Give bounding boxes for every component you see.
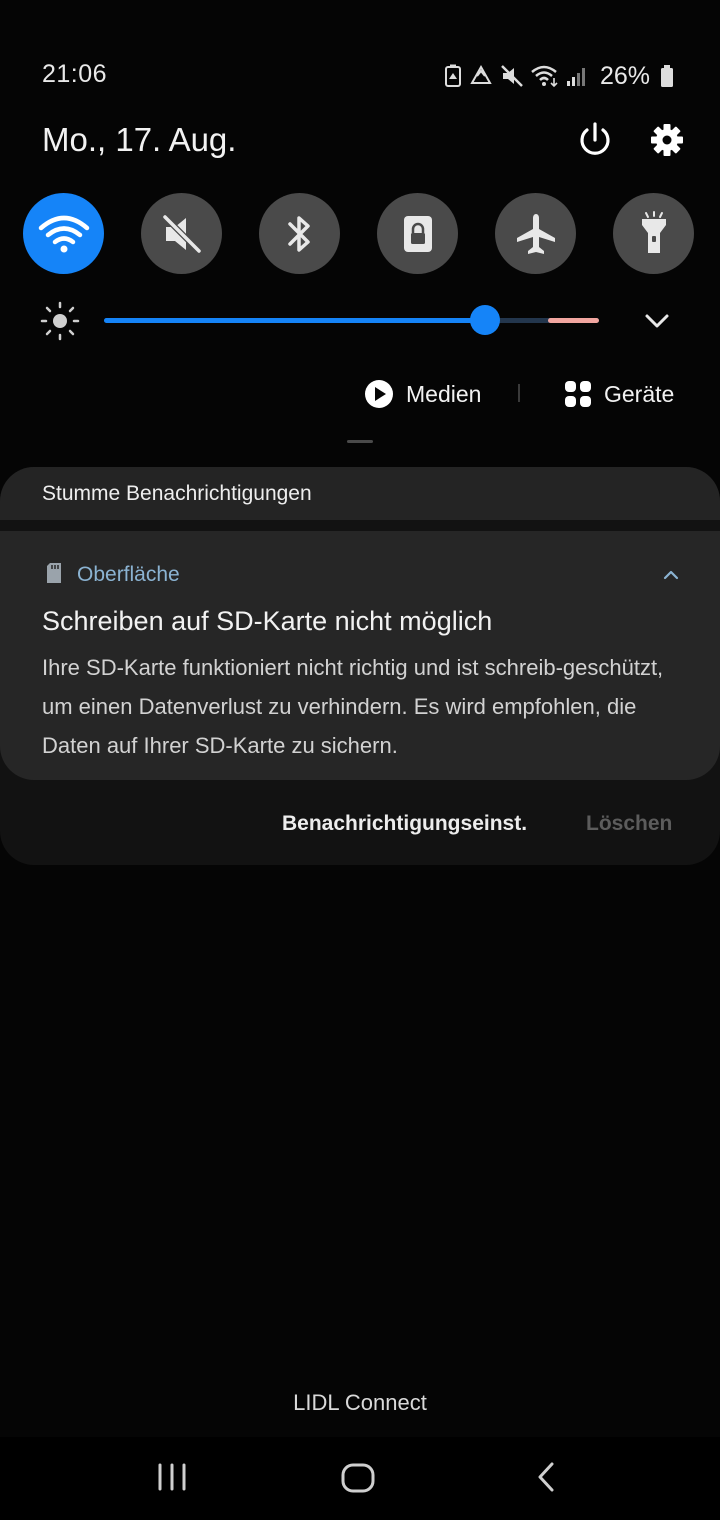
toggle-sound[interactable] [141,193,222,274]
wifi-icon [530,64,560,88]
collapse-button[interactable] [662,568,680,582]
battery-percent: 26% [600,61,651,90]
carrier-label: LIDL Connect [293,1390,427,1415]
toggle-flashlight[interactable] [613,193,694,274]
bluetooth-icon [287,215,310,252]
home-button[interactable] [340,1460,376,1496]
toggle-bluetooth[interactable] [259,193,340,274]
notification-title: Schreiben auf SD-Karte nicht möglich [42,606,493,636]
recents-button[interactable] [155,1463,189,1491]
divider [518,384,520,402]
brightness-fill [104,318,486,323]
wifi-icon [38,215,89,252]
back-icon [538,1462,554,1492]
date-label: Mo., 17. Aug. [42,121,237,158]
battery-saver-icon [444,64,462,88]
rotation-lock-icon [403,215,432,252]
recents-icon [158,1463,186,1491]
notification-settings-button[interactable]: Benachrichtigungseinst. [282,812,527,836]
chevron-up-icon [663,570,679,580]
mute-icon [162,214,201,253]
status-time: 21:06 [42,60,108,88]
notification-body: Ihre SD-Karte funktioniert nicht richtig… [42,655,664,758]
battery-icon [660,64,674,88]
brightness-high-zone [548,318,599,323]
sd-card-icon [46,562,62,584]
brightness-icon [39,300,81,342]
toggle-airplane[interactable] [495,193,576,274]
drag-handle[interactable] [347,440,373,443]
media-button[interactable]: Medien [364,376,481,412]
expand-panel-button[interactable] [641,306,673,336]
home-icon [341,1463,375,1493]
settings-button[interactable] [647,120,687,160]
signal-icon [566,64,588,88]
brightness-slider-thumb[interactable] [470,305,501,335]
toggle-wifi[interactable] [23,193,104,274]
media-label: Medien [406,380,482,407]
toggle-rotation-lock[interactable] [377,193,458,274]
airplane-icon [516,213,555,254]
back-button[interactable] [535,1461,557,1493]
gear-icon [651,124,683,156]
section-title: Stumme Benachrichtigungen [42,482,312,505]
chevron-down-icon [645,314,669,328]
devices-label: Geräte [604,380,675,407]
devices-icon [565,381,591,407]
app-name: Oberfläche [77,563,180,586]
flashlight-icon [641,210,666,253]
power-button[interactable] [575,120,615,160]
devices-button[interactable]: Geräte [564,376,674,412]
mute-icon [500,64,524,88]
clear-button[interactable]: Löschen [586,812,672,836]
play-icon [365,380,393,408]
status-icons: 26% [444,62,674,90]
recycle-icon [468,64,494,88]
power-icon [580,122,610,155]
